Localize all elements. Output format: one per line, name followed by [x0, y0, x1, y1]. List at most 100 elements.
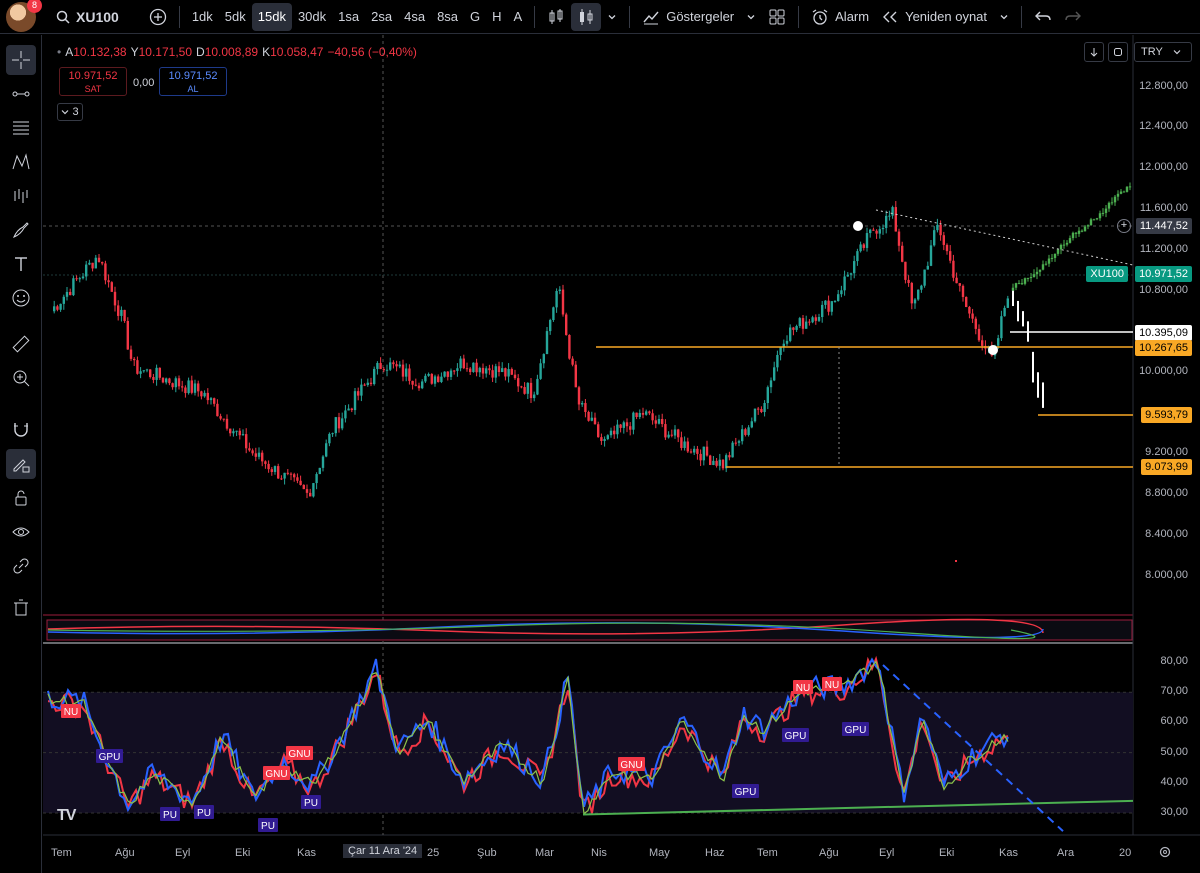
- stay-in-drawing-mode[interactable]: [6, 449, 36, 479]
- chart-area[interactable]: NU GPU PU PU PU GNU GNU PU GNU GPU GPU NU NU GPU • A1…: [43, 35, 1200, 873]
- time-axis-label: Eyl: [879, 847, 895, 859]
- symbol-search-button[interactable]: XU100: [50, 3, 125, 31]
- replay-button[interactable]: Yeniden oynat: [875, 3, 993, 31]
- candle-body: [824, 300, 827, 305]
- buy-button[interactable]: 10.971,52 AL: [159, 67, 227, 96]
- candle-body: [936, 224, 939, 231]
- compare-symbol-button[interactable]: [143, 3, 173, 31]
- interval-15dk[interactable]: 15dk: [251, 2, 292, 31]
- pattern-tool[interactable]: [6, 147, 36, 177]
- candle-body: [939, 224, 942, 236]
- chart-type-dropdown[interactable]: [601, 3, 623, 31]
- measure-tool[interactable]: [6, 329, 36, 359]
- candle-body: [206, 392, 209, 401]
- indicators-button[interactable]: Göstergeler: [636, 3, 740, 31]
- candle-body: [766, 387, 769, 404]
- add-alert-plus-icon[interactable]: +: [1117, 219, 1131, 233]
- candle-body: [680, 437, 683, 448]
- interval-5dk[interactable]: 5dk: [219, 3, 252, 31]
- candle-body: [120, 309, 123, 316]
- interval-8sa[interactable]: 8sa: [431, 3, 464, 31]
- trend-line-tool[interactable]: [6, 79, 36, 109]
- interval-4sa[interactable]: 4sa: [398, 3, 431, 31]
- rewind-icon: [883, 11, 897, 22]
- fib-tool[interactable]: [6, 113, 36, 143]
- interval-a[interactable]: A: [508, 3, 529, 31]
- undo-icon: [1035, 11, 1051, 20]
- candle-body: [337, 417, 341, 429]
- candle-body: [318, 467, 321, 475]
- candle-body: [801, 318, 805, 329]
- sell-button[interactable]: 10.971,52 SAT: [59, 67, 127, 96]
- redo-button[interactable]: [1058, 3, 1088, 31]
- open-value: 10.132,38: [73, 45, 127, 59]
- interval-30dk[interactable]: 30dk: [292, 3, 332, 31]
- currency-select[interactable]: TRY: [1134, 42, 1192, 62]
- candle-body: [955, 277, 958, 284]
- level-price-tag: 9.073,99: [1141, 459, 1192, 475]
- trash-icon: [14, 599, 28, 616]
- collapse-indicators-button[interactable]: 3: [57, 103, 83, 121]
- candle-body: [155, 367, 158, 380]
- hide-drawings-tool[interactable]: [6, 517, 36, 547]
- candles-icon: [549, 8, 563, 24]
- candle-body: [705, 446, 709, 456]
- settings-button[interactable]: [1158, 845, 1172, 864]
- chart-canvas[interactable]: NUGPUPU PUPUGNUGNUPUGNUGPUGPUNU NUGPU: [43, 35, 1200, 873]
- pencil-lock-icon: [13, 459, 30, 473]
- candle-body: [261, 452, 264, 462]
- crosshair-tool[interactable]: [6, 45, 36, 75]
- candle-body: [382, 369, 385, 371]
- candle-body: [456, 368, 459, 371]
- interval-g[interactable]: G: [464, 3, 486, 31]
- candle-body: [737, 441, 741, 443]
- emoji-tool[interactable]: [6, 283, 36, 313]
- candle-body: [449, 370, 453, 377]
- undo-button[interactable]: [1028, 3, 1058, 31]
- candle-body: [139, 371, 142, 374]
- candle-body: [1101, 212, 1105, 214]
- indicators-dropdown[interactable]: [740, 3, 762, 31]
- user-avatar[interactable]: 8: [6, 0, 42, 32]
- candle-body: [616, 424, 619, 435]
- candle-body: [1056, 249, 1060, 254]
- candle-body: [241, 434, 245, 436]
- candle-body: [747, 427, 750, 435]
- interval-2sa[interactable]: 2sa: [365, 3, 398, 31]
- brush-tool[interactable]: [6, 215, 36, 245]
- low-value: 10.008,89: [204, 45, 259, 59]
- magnet-tool[interactable]: [6, 415, 36, 445]
- download-button[interactable]: [1084, 42, 1104, 62]
- alarm-button[interactable]: Alarm: [805, 3, 875, 31]
- candle-body: [872, 229, 875, 231]
- candle-body: [689, 451, 693, 453]
- interval-h[interactable]: H: [486, 3, 507, 31]
- sell-label: SAT: [84, 84, 102, 94]
- candle-body: [369, 382, 373, 385]
- candle-body: [190, 380, 193, 393]
- interval-1dk[interactable]: 1dk: [186, 3, 219, 31]
- replay-dropdown[interactable]: [993, 3, 1015, 31]
- link-tool[interactable]: [6, 551, 36, 581]
- sync-button[interactable]: [1108, 42, 1128, 62]
- text-tool[interactable]: [6, 249, 36, 279]
- time-axis-label: Tem: [757, 847, 778, 859]
- forecast-tool[interactable]: [6, 181, 36, 211]
- candle-body: [101, 262, 104, 264]
- candle-body: [888, 215, 891, 217]
- candle-body: [197, 383, 200, 392]
- zoom-tool[interactable]: [6, 363, 36, 393]
- candle-body: [520, 386, 523, 388]
- interval-1sa[interactable]: 1sa: [332, 3, 365, 31]
- candle-body: [613, 430, 616, 435]
- candle-body: [965, 296, 968, 308]
- lock-drawings-tool[interactable]: [6, 483, 36, 513]
- candle-body: [593, 417, 597, 425]
- time-axis-label: Ağu: [115, 847, 135, 859]
- remove-drawings-tool[interactable]: [6, 593, 36, 623]
- bar-style-button[interactable]: [541, 3, 571, 31]
- candle-body: [837, 294, 840, 301]
- chart-type-button[interactable]: [571, 2, 602, 31]
- candle-body: [440, 376, 443, 382]
- layouts-button[interactable]: [762, 3, 792, 31]
